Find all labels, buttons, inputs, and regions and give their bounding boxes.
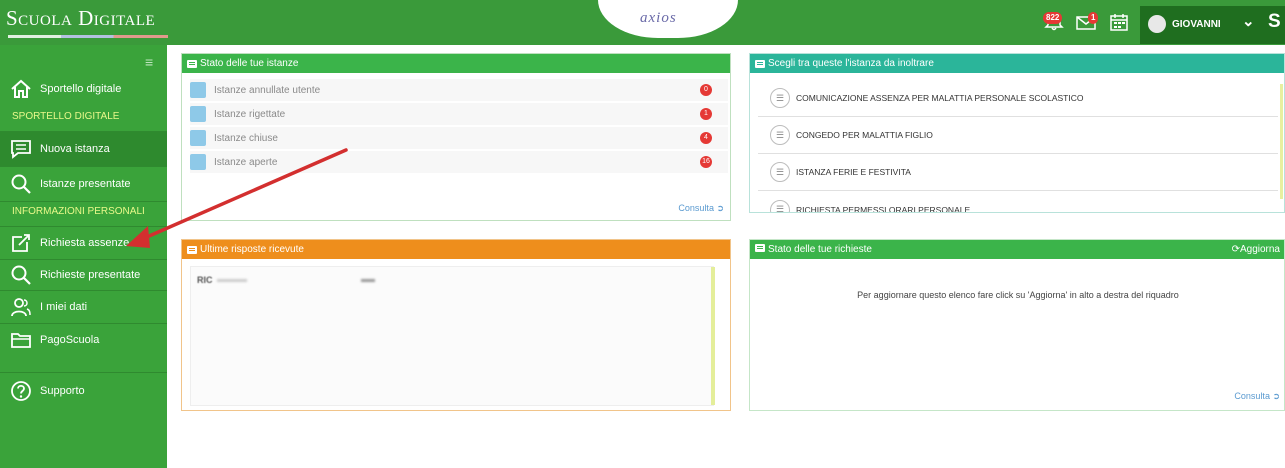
- annotation-arrow: [126, 148, 348, 248]
